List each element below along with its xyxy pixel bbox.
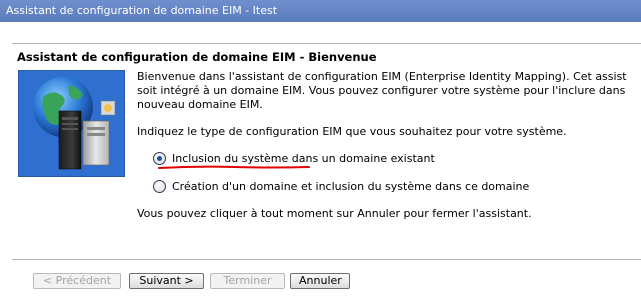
previous-button[interactable]: < Précédent: [33, 273, 121, 289]
cancel-button[interactable]: Annuler: [290, 273, 350, 289]
header-divider: [12, 43, 641, 44]
wizard-heading: Assistant de configuration de domaine EI…: [17, 50, 377, 64]
radio-unselected-icon[interactable]: [153, 179, 166, 193]
intro-paragraph: Bienvenue dans l'assistant de configurat…: [137, 70, 627, 112]
option-create-domain-label[interactable]: Création d'un domaine et inclusion du sy…: [172, 180, 529, 193]
window-title-bar: Assistant de configuration de domaine EI…: [0, 0, 641, 22]
configuration-prompt: Indiquez le type de configuration EIM qu…: [137, 125, 567, 138]
finish-button[interactable]: Terminer: [210, 273, 285, 289]
footer-divider: [12, 259, 641, 260]
cancel-hint: Vous pouvez cliquer à tout moment sur An…: [137, 207, 532, 220]
red-annotation-underline: [158, 165, 310, 169]
wizard-window: Assistant de configuration de domaine EI…: [0, 0, 641, 302]
title-bar-divider: [0, 22, 641, 23]
intro-line: nouveau domaine EIM.: [137, 98, 263, 111]
intro-line: soit intégré à un domaine EIM. Vous pouv…: [137, 84, 626, 97]
option-create-domain[interactable]: Création d'un domaine et inclusion du sy…: [153, 178, 529, 194]
next-button[interactable]: Suivant >: [129, 273, 204, 289]
intro-line: Bienvenue dans l'assistant de configurat…: [137, 70, 627, 83]
eim-globe-server-icon: [18, 70, 125, 177]
window-title: Assistant de configuration de domaine EI…: [6, 4, 278, 17]
